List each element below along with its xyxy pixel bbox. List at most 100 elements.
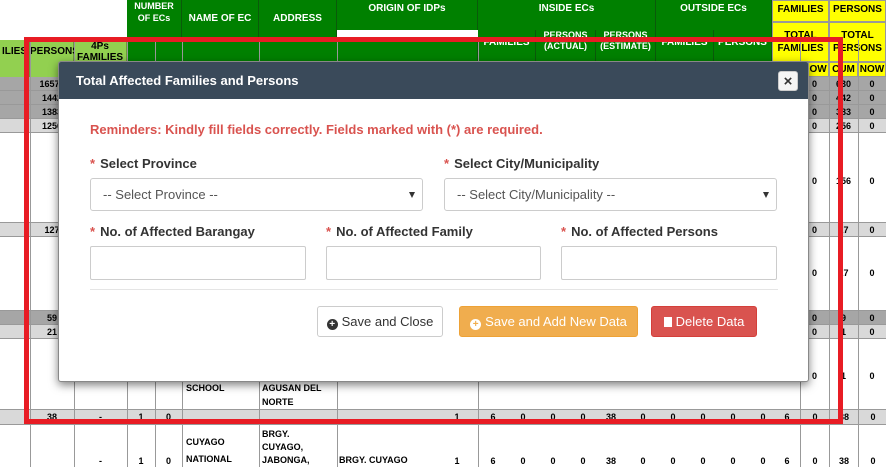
cell-value: 0 [760,412,766,422]
cell-value: 38 [605,412,616,422]
cell-value: 0 [640,412,646,422]
cell-value: 0 [812,456,818,466]
province-select[interactable]: -- Select Province -- [90,178,423,211]
cell-value: 0 [640,456,646,466]
affected-families-modal: Total Affected Families and Persons × Re… [58,61,809,382]
cell-value: 0 [670,456,676,466]
header-now-2: NOW [858,62,886,77]
province-label: * Select Province [90,156,197,171]
cell-value: 0 [730,412,736,422]
cell-now: 0 [869,107,875,117]
required-asterisk: * [326,224,332,239]
cell-value: 0 [670,412,676,422]
header-number-of-ecs: NUMBER OF ECs [127,0,182,40]
header-name-of-ec: NAME OF EC [182,0,259,40]
cell-value: 0 [700,456,706,466]
city-select[interactable]: -- Select City/Municipality -- [444,178,777,211]
cell-value: 6 [784,412,790,422]
cell-persons: 38 [46,412,57,422]
barangay-label: * No. of Affected Barangay [90,224,255,239]
cell-cum: 156 [835,176,852,186]
cell-cum: 630 [835,79,852,89]
trash-icon [663,317,672,327]
cell-value: 38 [838,412,849,422]
save-and-add-button[interactable]: + Save and Add New Data [459,306,638,337]
cell-value: 0 [580,412,586,422]
header-ilies: ILIES [0,40,30,77]
cell-4ps: - [99,456,102,466]
cell-cum: 442 [835,93,852,103]
cell-ecs-now: 0 [165,412,171,422]
cell-now: 0 [869,313,875,323]
family-label-text: No. of Affected Family [336,224,473,239]
cell-now: 0 [869,371,875,381]
close-icon: × [783,73,793,90]
city-label-text: Select City/Municipality [454,156,600,171]
cell-value: 0 [812,412,818,422]
cell-ec-name: CUYAGO [186,437,225,447]
cell-value: 0 [520,456,526,466]
affected-family-input[interactable] [326,246,541,280]
header-cum: CUM [829,62,858,77]
affected-barangay-input[interactable] [90,246,306,280]
delete-data-button[interactable]: Delete Data [651,306,757,337]
persons-label-text: No. of Affected Persons [571,224,718,239]
province-label-text: Select Province [100,156,197,171]
header-families: FAMILIES [772,0,829,22]
cell-value: 38 [838,456,849,466]
cell-value: 1 [454,456,460,466]
close-button[interactable]: × [778,71,798,91]
cell-value: 0 [730,456,736,466]
modal-title: Total Affected Families and Persons [76,73,299,88]
cell-value: 6 [490,412,496,422]
cell-now: 0 [869,225,875,235]
family-label: * No. of Affected Family [326,224,473,239]
persons-label: * No. of Affected Persons [561,224,718,239]
cell-ecs-cum: 1 [138,412,144,422]
save-and-add-label: Save and Add New Data [485,314,627,329]
modal-header: Total Affected Families and Persons × [59,62,808,99]
cell-cum: 1 [840,371,846,381]
cell-cum: 27 [838,225,849,235]
required-asterisk: * [90,224,96,239]
header-inside-ecs: INSIDE ECs [478,0,656,30]
cell-value: 0 [520,412,526,422]
cell-cum: 1 [840,327,846,337]
cell-now: 0 [869,268,875,278]
cell-address: NORTE [262,397,294,407]
city-select-value: -- Select City/Municipality -- [457,187,616,202]
cell-now: 0 [869,121,875,131]
cell-now: 0 [869,327,875,337]
caret-down-icon [763,192,769,198]
header-outside-ecs: OUTSIDE ECs [656,0,772,30]
save-and-close-button[interactable]: + Save and Close [317,306,443,337]
cell-cum: 9 [840,313,846,323]
cell-value: 0 [870,412,876,422]
cell-origin: BRGY. CUYAGO [339,455,408,465]
cell-now: 0 [869,176,875,186]
province-select-value: -- Select Province -- [103,187,218,202]
cell-value: 1 [454,412,460,422]
cell-value: 6 [490,456,496,466]
cell-value: 0 [700,412,706,422]
cell-address: JABONGA, [262,455,310,465]
cell-cum: 27 [838,268,849,278]
plus-circle-icon: + [470,319,482,330]
plus-circle-icon: + [326,319,338,330]
cell-value: 0 [550,456,556,466]
cell-address: AGUSAN DEL [262,383,322,393]
cell-4ps: - [99,412,102,422]
barangay-label-text: No. of Affected Barangay [100,224,255,239]
modal-divider [90,289,778,290]
cell-value: 0 [550,412,556,422]
cell-address: BRGY. [262,429,290,439]
cell-address: CUYAGO, [262,442,304,452]
cell-cum: 383 [835,107,852,117]
required-asterisk: * [561,224,567,239]
cell-value: 38 [605,456,616,466]
affected-persons-input[interactable] [561,246,777,280]
caret-down-icon [409,192,415,198]
reminder-text: Reminders: Kindly fill fields correctly.… [90,122,543,137]
cell-ec-name: NATIONAL [186,454,232,464]
cell-ecs-cum: 1 [138,456,144,466]
